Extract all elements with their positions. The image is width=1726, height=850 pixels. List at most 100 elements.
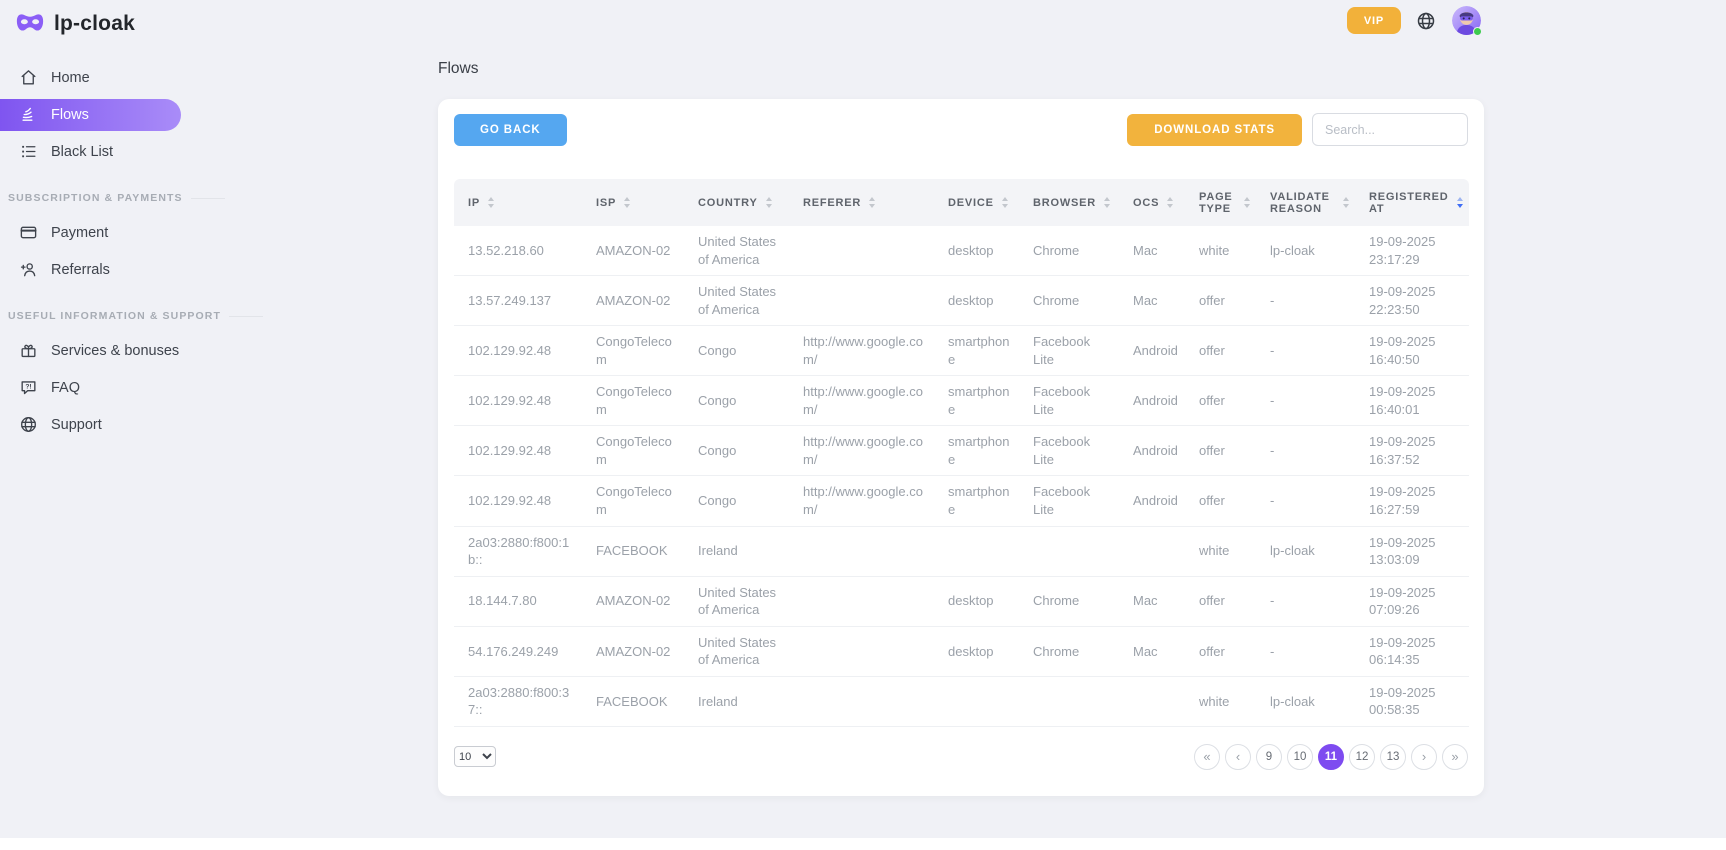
page-size-select[interactable]: 10 <box>454 746 496 767</box>
column-header-validate-reason[interactable]: VALIDATE REASON <box>1256 179 1355 226</box>
cell-registered-at: 19-09-2025 22:23:50 <box>1355 276 1469 326</box>
cell-ocs: Mac <box>1119 226 1185 276</box>
cell-referer: http://www.google.com/ <box>789 476 934 526</box>
cell-page-type: offer <box>1185 626 1256 676</box>
cell-page-type: offer <box>1185 376 1256 426</box>
cell-ip: 2a03:2880:f800:37:: <box>454 676 582 726</box>
cell-ip: 102.129.92.48 <box>454 376 582 426</box>
sidebar-item-label: Home <box>51 70 90 86</box>
pagination-page-13[interactable]: 13 <box>1380 744 1406 770</box>
cell-country: Congo <box>684 376 789 426</box>
column-label: VALIDATE REASON <box>1270 191 1335 215</box>
column-header-ip[interactable]: IP <box>454 179 582 226</box>
column-label: COUNTRY <box>698 197 758 209</box>
cell-ocs: Mac <box>1119 626 1185 676</box>
column-header-device[interactable]: DEVICE <box>934 179 1019 226</box>
faq-icon: ?! <box>19 378 38 397</box>
cell-page-type: white <box>1185 226 1256 276</box>
table-row: 102.129.92.48CongoTelecomCongohttp://www… <box>454 476 1469 526</box>
cell-ocs: Mac <box>1119 276 1185 326</box>
cell-browser: Facebook Lite <box>1019 426 1119 476</box>
table-row: 102.129.92.48CongoTelecomCongohttp://www… <box>454 426 1469 476</box>
cell-validate-reason: - <box>1256 376 1355 426</box>
cell-validate-reason: - <box>1256 576 1355 626</box>
column-label: OCS <box>1133 197 1159 209</box>
column-header-isp[interactable]: ISP <box>582 179 684 226</box>
cell-ip: 54.176.249.249 <box>454 626 582 676</box>
cell-ip: 2a03:2880:f800:1b:: <box>454 526 582 576</box>
column-header-country[interactable]: COUNTRY <box>684 179 789 226</box>
cell-isp: CongoTelecom <box>582 476 684 526</box>
sidebar-item-label: FAQ <box>51 380 80 396</box>
cell-referer: http://www.google.com/ <box>789 326 934 376</box>
column-header-referer[interactable]: REFERER <box>789 179 934 226</box>
sidebar-item-support[interactable]: Support <box>0 409 200 441</box>
table-row: 2a03:2880:f800:1b::FACEBOOKIrelandwhitel… <box>454 526 1469 576</box>
pagination-page-9[interactable]: 9 <box>1256 744 1282 770</box>
pagination-prev-button[interactable]: ‹ <box>1225 744 1251 770</box>
sidebar-item-services-bonuses[interactable]: Services & bonuses <box>0 335 200 367</box>
cell-referer <box>789 626 934 676</box>
cell-referer: http://www.google.com/ <box>789 426 934 476</box>
svg-text:?!: ?! <box>25 384 31 391</box>
home-icon <box>19 68 38 87</box>
column-header-page-type[interactable]: PAGE TYPE <box>1185 179 1256 226</box>
column-label: BROWSER <box>1033 197 1096 209</box>
table-footer: 10 «‹910111213›» <box>454 744 1468 770</box>
toolbar-right: DOWNLOAD STATS <box>1127 113 1468 146</box>
cell-page-type: offer <box>1185 476 1256 526</box>
cell-registered-at: 19-09-2025 07:09:26 <box>1355 576 1469 626</box>
sidebar-item-label: Flows <box>51 107 89 123</box>
cell-browser: Chrome <box>1019 576 1119 626</box>
cell-ip: 18.144.7.80 <box>454 576 582 626</box>
column-header-ocs[interactable]: OCS <box>1119 179 1185 226</box>
sort-icon <box>1104 197 1110 208</box>
cell-isp: AMAZON-02 <box>582 226 684 276</box>
column-header-browser[interactable]: BROWSER <box>1019 179 1119 226</box>
cell-device: desktop <box>934 576 1019 626</box>
column-header-registered-at[interactable]: REGISTERED AT <box>1355 179 1469 226</box>
cell-device <box>934 676 1019 726</box>
cell-device: smartphone <box>934 476 1019 526</box>
pagination-page-11[interactable]: 11 <box>1318 744 1344 770</box>
sidebar-item-faq[interactable]: ?! FAQ <box>0 372 200 404</box>
pagination-last-button[interactable]: » <box>1442 744 1468 770</box>
sidebar-item-label: Payment <box>51 225 108 241</box>
pagination-next-button[interactable]: › <box>1411 744 1437 770</box>
download-stats-button[interactable]: DOWNLOAD STATS <box>1127 114 1302 146</box>
cell-country: Ireland <box>684 676 789 726</box>
mask-logo-icon <box>15 11 45 37</box>
referrals-icon <box>19 260 38 279</box>
flows-table: IPISP COUNTRY REFERERDEVICE BROWSER OCS PAGE … <box>454 179 1469 727</box>
go-back-button[interactable]: GO BACK <box>454 114 567 146</box>
sidebar-item-referrals[interactable]: Referrals <box>0 254 200 286</box>
cell-registered-at: 19-09-2025 13:03:09 <box>1355 526 1469 576</box>
sidebar: lp-cloak HomeFlowsBlack ListSUBSCRIPTION… <box>0 0 200 838</box>
cell-country: Congo <box>684 326 789 376</box>
app-logo[interactable]: lp-cloak <box>0 0 200 37</box>
pagination-page-12[interactable]: 12 <box>1349 744 1375 770</box>
cell-isp: FACEBOOK <box>582 526 684 576</box>
cell-device: smartphone <box>934 376 1019 426</box>
pagination-page-10[interactable]: 10 <box>1287 744 1313 770</box>
sidebar-item-payment[interactable]: Payment <box>0 217 200 249</box>
cell-isp: CongoTelecom <box>582 376 684 426</box>
sidebar-item-flows[interactable]: Flows <box>0 99 181 131</box>
cell-device: smartphone <box>934 326 1019 376</box>
cell-country: Congo <box>684 476 789 526</box>
cell-validate-reason: - <box>1256 426 1355 476</box>
pagination-first-button[interactable]: « <box>1194 744 1220 770</box>
cell-registered-at: 19-09-2025 16:40:01 <box>1355 376 1469 426</box>
page-title: Flows <box>438 60 1484 78</box>
cell-page-type: white <box>1185 526 1256 576</box>
sidebar-item-black-list[interactable]: Black List <box>0 136 200 168</box>
cell-referer <box>789 526 934 576</box>
sidebar-item-home[interactable]: Home <box>0 62 200 94</box>
cell-registered-at: 19-09-2025 16:40:50 <box>1355 326 1469 376</box>
app-title: lp-cloak <box>54 12 135 36</box>
sidebar-section-useful-information-support: USEFUL INFORMATION & SUPPORT <box>0 310 200 322</box>
search-input[interactable] <box>1312 113 1468 146</box>
cell-ip: 102.129.92.48 <box>454 426 582 476</box>
cell-isp: CongoTelecom <box>582 326 684 376</box>
column-label: PAGE TYPE <box>1199 191 1236 215</box>
